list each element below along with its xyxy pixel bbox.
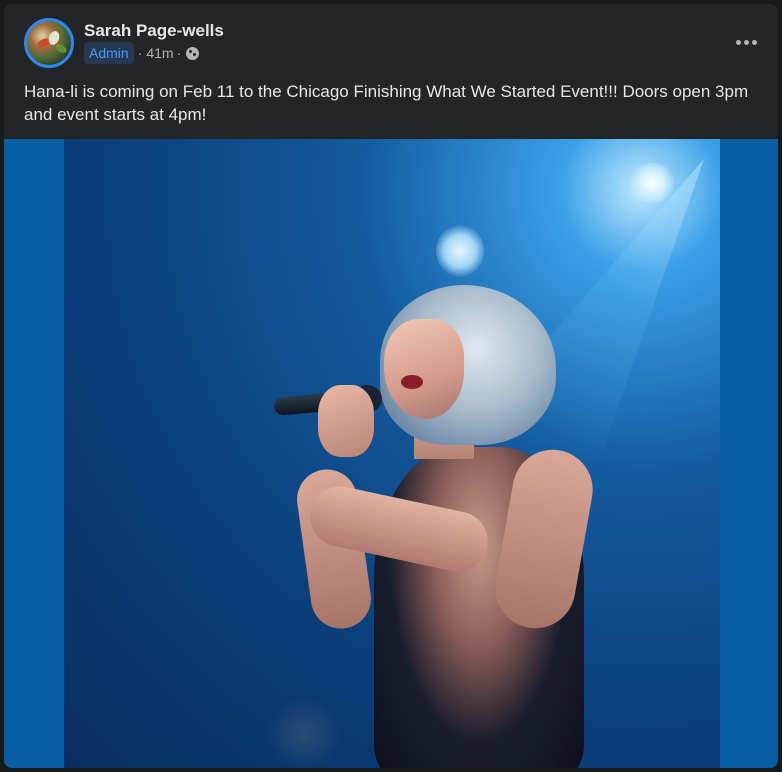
post-timestamp[interactable]: 41m [146, 45, 173, 61]
post-meta: Admin · 41m · [84, 42, 200, 64]
globe-icon [186, 46, 200, 60]
more-options-button[interactable] [732, 32, 760, 52]
avatar[interactable] [24, 18, 74, 68]
more-options-icon [735, 39, 741, 45]
separator-dot: · [137, 45, 143, 61]
post-photo[interactable] [4, 139, 778, 768]
author-name[interactable]: Sarah Page-wells [84, 21, 224, 41]
stage-light [629, 163, 675, 203]
separator-dot: · [176, 45, 182, 61]
post-header: Sarah Page-wells Admin · 41m · [4, 4, 778, 68]
post-text: Hana-li is coming on Feb 11 to the Chica… [24, 82, 749, 124]
concert-photo [64, 139, 720, 768]
stage-light [436, 225, 484, 277]
admin-badge[interactable]: Admin [84, 42, 134, 64]
post-card: Sarah Page-wells Admin · 41m · Hana-li i… [4, 4, 778, 768]
